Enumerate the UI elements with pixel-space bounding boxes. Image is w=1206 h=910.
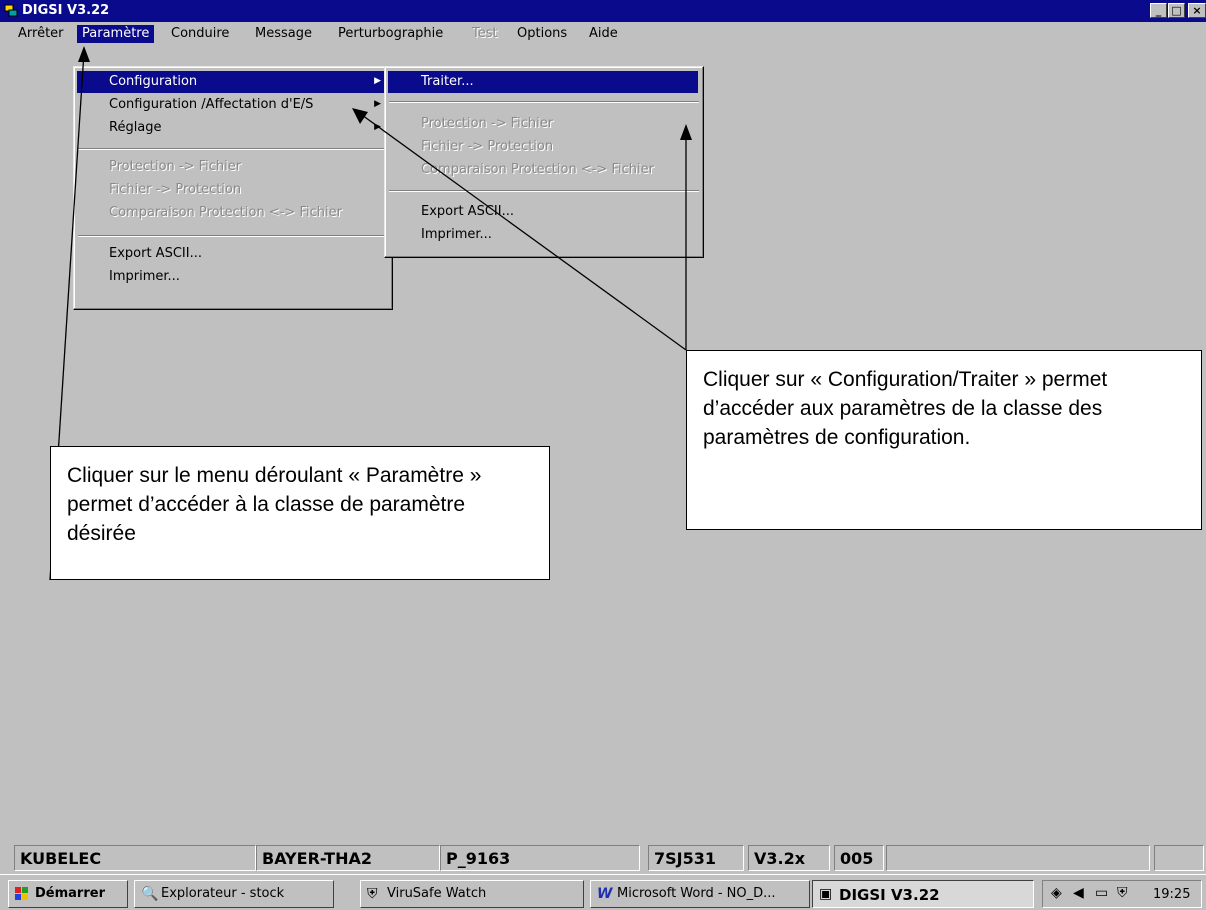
- task-label: ViruSafe Watch: [387, 886, 487, 901]
- callout-parametre: Cliquer sur le menu déroulant « Paramètr…: [50, 446, 550, 580]
- status-cell-empty: [886, 845, 1150, 871]
- speaker-icon[interactable]: ◀: [1073, 885, 1084, 901]
- start-button[interactable]: Démarrer: [8, 880, 128, 908]
- task-virusafe[interactable]: ⛨ ViruSafe Watch: [360, 880, 584, 908]
- task-label: DIGSI V3.22: [839, 886, 940, 904]
- system-tray: ◈ ◀ ▭ ⛨ 19:25: [1042, 880, 1202, 908]
- explorer-icon: 🔍: [141, 886, 159, 902]
- task-word[interactable]: W Microsoft Word - NO_D...: [590, 880, 810, 908]
- status-cell-address: 005: [834, 845, 884, 871]
- arrow-to-configuration: [361, 114, 687, 351]
- status-cell-version: V3.2x: [748, 845, 830, 871]
- taskbar: Démarrer 🔍 Explorateur - stock ⛨ ViruSaf…: [0, 874, 1206, 910]
- monitor-icon[interactable]: ▭: [1095, 885, 1108, 901]
- status-bar: KUBELEC BAYER-THA2 P_9163 7SJ531 V3.2x 0…: [0, 842, 1206, 872]
- task-digsi[interactable]: ▣ DIGSI V3.22: [812, 880, 1034, 908]
- windows-logo-icon: [15, 887, 28, 900]
- status-cell-empty-2: [1154, 845, 1204, 871]
- task-label: Microsoft Word - NO_D...: [617, 886, 776, 901]
- arrowhead-parametre: [78, 46, 90, 62]
- arrowhead-configuration: [352, 108, 368, 124]
- start-label: Démarrer: [35, 886, 105, 901]
- callout-configuration-traiter: Cliquer sur « Configuration/Traiter » pe…: [686, 350, 1202, 530]
- status-cell-device: 7SJ531: [648, 845, 744, 871]
- status-cell-feeder: P_9163: [440, 845, 640, 871]
- status-cell-station: KUBELEC: [14, 845, 256, 871]
- virusafe-icon: ⛨: [367, 886, 378, 902]
- task-explorer[interactable]: 🔍 Explorateur - stock: [134, 880, 334, 908]
- arrowhead-traiter: [680, 124, 692, 140]
- network-icon[interactable]: ◈: [1051, 885, 1062, 901]
- status-cell-plant: BAYER-THA2: [256, 845, 440, 871]
- digsi-icon: ▣: [819, 886, 833, 902]
- clock[interactable]: 19:25: [1153, 887, 1190, 902]
- virusafe-tray-icon[interactable]: ⛨: [1117, 885, 1128, 901]
- word-icon: W: [597, 886, 613, 902]
- task-label: Explorateur - stock: [161, 886, 285, 901]
